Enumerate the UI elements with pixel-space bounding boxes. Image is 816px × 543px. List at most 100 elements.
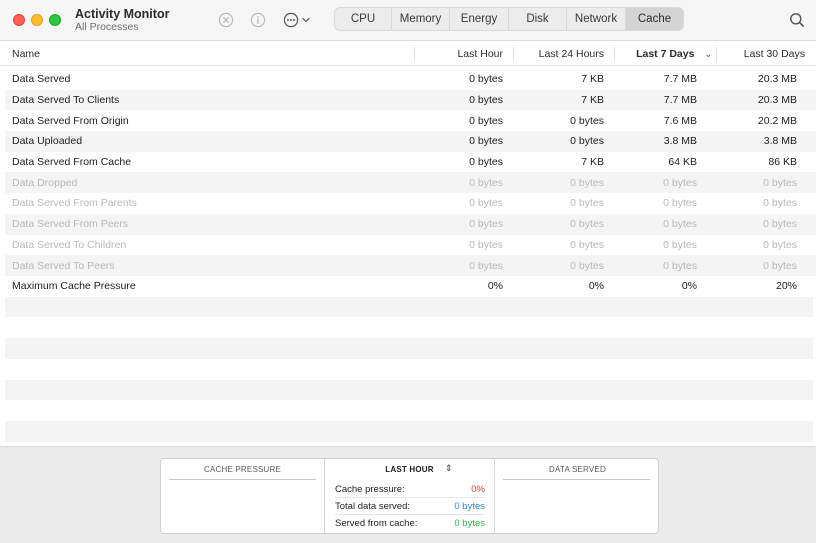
cache-pressure-graph-title: CACHE PRESSURE <box>203 465 282 474</box>
tab-network[interactable]: Network <box>567 8 626 30</box>
table-row[interactable]: Maximum Cache Pressure 0% 0% 0% 20% <box>5 276 816 297</box>
search-button[interactable] <box>787 10 807 30</box>
stop-process-icon <box>218 12 234 28</box>
minimize-window-button[interactable] <box>31 14 43 26</box>
cell-last-7-days: 64 KB <box>668 156 697 169</box>
cell-last-30-days: 3.8 MB <box>763 135 797 148</box>
toolbar: Activity Monitor All Processes CPU Memor… <box>0 0 816 41</box>
cell-name: Data Served From Origin <box>12 114 129 127</box>
stat-served-from-cache: Served from cache: 0 bytes <box>335 515 485 532</box>
search-icon <box>790 13 804 27</box>
cell-last-24-hours: 0 bytes <box>570 218 604 231</box>
cell-last-7-days: 0 bytes <box>663 259 697 272</box>
tab-memory[interactable]: Memory <box>392 8 450 30</box>
cell-last-hour: 0 bytes <box>469 176 503 189</box>
cell-last-7-days: 0 bytes <box>663 218 697 231</box>
tab-cpu[interactable]: CPU <box>335 8 392 30</box>
table-row[interactable]: Data Served From Cache 0 bytes 7 KB 64 KB 86… <box>5 152 816 173</box>
table-row[interactable]: Data Served From Parents 0 bytes 0 bytes 0 … <box>5 193 816 214</box>
more-actions-icon <box>283 12 310 28</box>
cell-last-24-hours: 7 KB <box>581 156 604 169</box>
cell-last-30-days: 20% <box>775 280 797 293</box>
cell-last-30-days: 86 KB <box>768 156 797 169</box>
table-row[interactable]: Data Dropped 0 bytes 0 bytes 0 bytes 0 bytes <box>5 172 816 194</box>
table-row[interactable]: Data Served From Origin 0 bytes 0 bytes 7.6… <box>5 110 816 131</box>
column-last-7-days[interactable]: Last 7 Days ⌄ <box>614 42 712 66</box>
cell-last-7-days: 0% <box>681 280 697 293</box>
cell-last-7-days: 0 bytes <box>663 197 697 210</box>
table-row[interactable]: Data Uploaded 0 bytes 0 bytes 3.8 MB 3.8 MB <box>5 131 816 152</box>
column-last-24-hours[interactable]: Last 24 Hours <box>513 42 604 66</box>
cell-last-hour: 0% <box>487 280 503 293</box>
column-name[interactable]: Name <box>12 42 40 66</box>
cache-pressure-graph-line <box>161 533 324 534</box>
cache-table: Data Served 0 bytes 7 KB 7.7 MB 20.3 MB Data … <box>5 69 816 297</box>
cell-name: Data Served To Children <box>12 238 127 251</box>
stat-cache-pressure: Cache pressure: 0% <box>335 481 485 498</box>
bottom-panel: CACHE PRESSURE LAST HOUR ⇕ Cache pressur… <box>0 446 816 543</box>
table-row[interactable]: Data Served To Peers 0 bytes 0 bytes 0 byte… <box>5 255 816 276</box>
column-last-30-days[interactable]: Last 30 Days <box>716 42 805 66</box>
column-last-hour[interactable]: Last Hour <box>414 42 503 66</box>
info-icon <box>250 12 266 28</box>
more-actions-button[interactable] <box>282 10 316 30</box>
data-served-graph: DATA SERVED <box>495 459 658 533</box>
cell-last-7-days: 7.7 MB <box>663 73 697 86</box>
tab-energy[interactable]: Energy <box>450 8 509 30</box>
close-window-button[interactable] <box>13 14 25 26</box>
cell-last-7-days: 0 bytes <box>663 176 697 189</box>
table-row[interactable]: Data Served To Clients 0 bytes 7 KB 7.7 MB 2… <box>5 89 816 111</box>
tab-cache[interactable]: Cache <box>626 8 683 30</box>
cell-last-7-days: 7.7 MB <box>663 94 697 107</box>
sort-descending-icon: ⌄ <box>704 48 712 59</box>
period-selector[interactable]: LAST HOUR <box>325 465 494 474</box>
cell-name: Data Served From Parents <box>12 197 137 210</box>
cell-name: Data Served From Cache <box>12 156 132 169</box>
data-served-graph-title: DATA SERVED <box>549 465 606 474</box>
tab-disk[interactable]: Disk <box>509 8 567 30</box>
cell-last-24-hours: 0 bytes <box>570 135 604 148</box>
cell-last-7-days: 7.6 MB <box>663 114 697 127</box>
stat-served-from-cache-label: Served from cache: <box>335 518 418 529</box>
cell-last-hour: 0 bytes <box>469 238 503 251</box>
cell-last-hour: 0 bytes <box>469 197 503 210</box>
cell-last-30-days: 0 bytes <box>763 197 797 210</box>
zoom-window-button[interactable] <box>49 14 61 26</box>
column-header: Name Last Hour Last 24 Hours Last 7 Days… <box>0 42 816 66</box>
cell-last-30-days: 20.3 MB <box>757 94 797 107</box>
cell-last-7-days: 3.8 MB <box>663 135 697 148</box>
cell-last-30-days: 0 bytes <box>763 218 797 231</box>
table-row[interactable]: Data Served From Peers 0 bytes 0 bytes 0 by… <box>5 213 816 235</box>
stop-process-button[interactable] <box>216 10 236 30</box>
cell-last-24-hours: 0 bytes <box>570 197 604 210</box>
stat-total-served-label: Total data served: <box>335 500 410 512</box>
cache-pressure-graph: CACHE PRESSURE <box>161 459 324 534</box>
stats-summary: LAST HOUR ⇕ Cache pressure: 0% Total dat… <box>324 459 495 533</box>
stat-total-served-value: 0 bytes <box>454 500 485 512</box>
cell-last-30-days: 20.3 MB <box>757 73 797 86</box>
cell-last-24-hours: 0 bytes <box>570 114 604 127</box>
cell-last-24-hours: 0 bytes <box>570 238 604 251</box>
stat-cache-pressure-value: 0% <box>471 483 485 495</box>
period-selector-chevron-icon[interactable]: ⇕ <box>445 463 453 474</box>
cell-last-7-days: 0 bytes <box>663 238 697 251</box>
cell-last-hour: 0 bytes <box>469 73 503 86</box>
cell-name: Data Served <box>12 73 71 86</box>
inspect-process-button[interactable] <box>248 10 268 30</box>
empty-row <box>5 338 813 359</box>
cell-last-30-days: 0 bytes <box>763 238 797 251</box>
cell-name: Data Dropped <box>12 176 78 189</box>
table-row[interactable]: Data Served 0 bytes 7 KB 7.7 MB 20.3 MB <box>5 69 816 90</box>
cell-last-24-hours: 7 KB <box>581 94 604 107</box>
cell-last-30-days: 20.2 MB <box>757 114 797 127</box>
stats-box: CACHE PRESSURE LAST HOUR ⇕ Cache pressur… <box>160 458 659 534</box>
window-subtitle: All Processes <box>75 21 139 33</box>
table-row[interactable]: Data Served To Children 0 bytes 0 bytes 0 b… <box>5 235 816 256</box>
cell-last-hour: 0 bytes <box>469 114 503 127</box>
view-tabs: CPU Memory Energy Disk Network Cache <box>334 7 684 31</box>
column-last-7-days-label: Last 7 Days <box>636 48 695 60</box>
cell-last-24-hours: 0 bytes <box>570 259 604 272</box>
cell-name: Data Served To Peers <box>12 259 115 272</box>
empty-row <box>5 420 813 442</box>
stat-served-from-cache-value: 0 bytes <box>454 518 485 529</box>
